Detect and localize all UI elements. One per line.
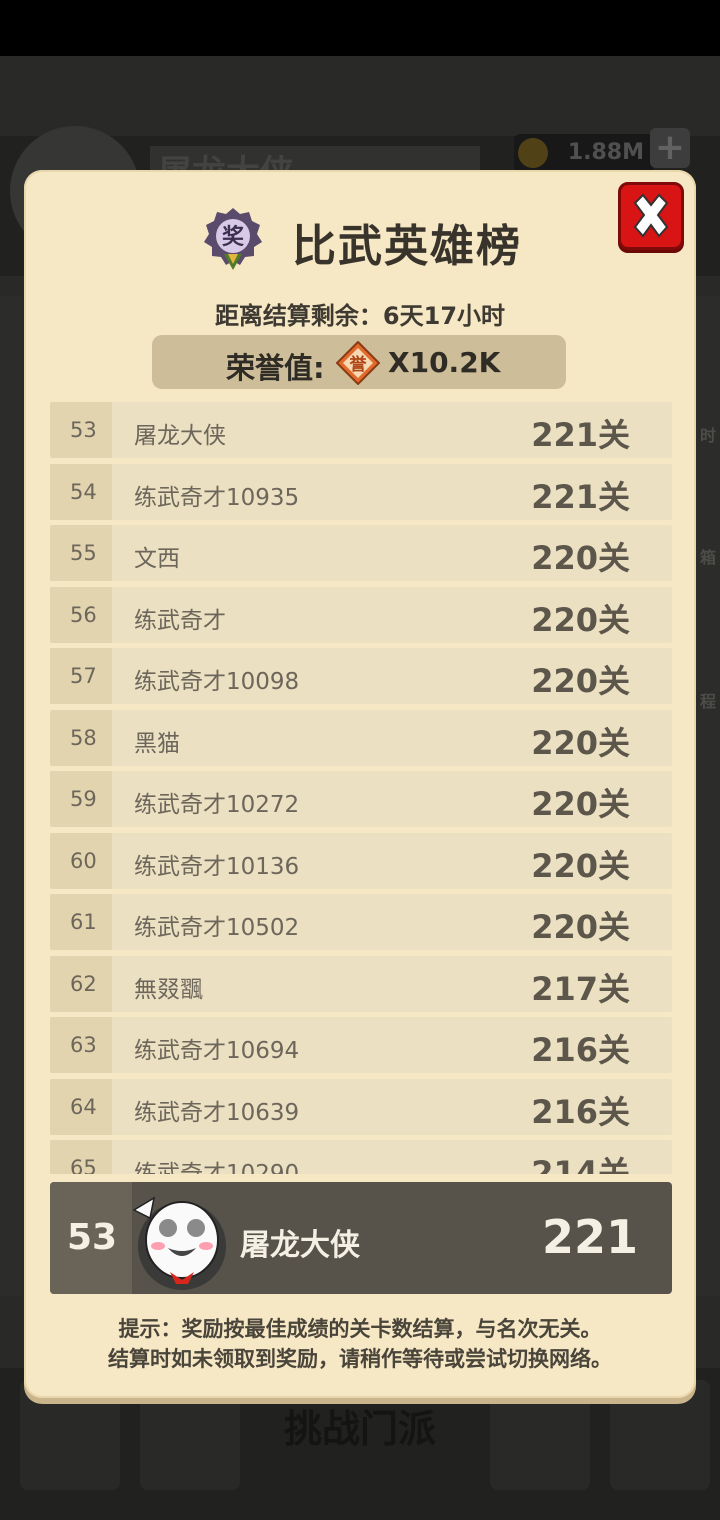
rank-number: 60 — [70, 848, 97, 873]
player-score: 220关 — [531, 600, 630, 639]
rank-row: 56 练武奇才 220关 — [50, 586, 672, 643]
rank-row: 55 文西 220关 — [50, 525, 672, 581]
player-avatar-icon — [132, 1196, 226, 1290]
rank-number: 64 — [70, 1094, 97, 1119]
rank-row: 61 练武奇才10502 220关 — [50, 894, 672, 950]
rank-number: 53 — [70, 418, 97, 442]
player-score: 220关 — [531, 908, 630, 946]
rank-row: 54 练武奇才10935 221关 — [50, 463, 672, 520]
svg-text:奖: 奖 — [222, 224, 245, 250]
rank-row: 60 练武奇才10136 220关 — [50, 832, 672, 889]
tip-line: 结算时如未领取到奖励，请稍作等待或尝试切换网络。 — [108, 1347, 612, 1371]
player-name: 练武奇才10290 — [134, 1161, 300, 1174]
player-name: 练武奇才10502 — [134, 915, 300, 941]
rank-number: 56 — [70, 602, 97, 627]
my-rank-row: 53 屠龙大侠 221 — [50, 1182, 672, 1294]
honor-value: X10.2K — [388, 346, 501, 379]
settlement-countdown: 距离结算剩余：6天17小时 — [214, 302, 506, 330]
rank-number: 57 — [70, 664, 97, 688]
rank-number: 65 — [70, 1156, 97, 1174]
player-name: 文西 — [134, 546, 180, 572]
player-score: 216关 — [531, 1092, 630, 1131]
player-name: 练武奇才10694 — [134, 1038, 300, 1064]
rank-row: 59 练武奇才10272 220关 — [50, 771, 672, 827]
my-player-name: 屠龙大侠 — [240, 1228, 360, 1263]
rank-number: 61 — [70, 910, 97, 934]
player-score: 217关 — [531, 969, 630, 1008]
honor-label: 荣誉值: — [226, 351, 325, 385]
dialog-header: 奖 比武英雄榜 — [24, 200, 696, 280]
rank-row: 64 练武奇才10639 216关 — [50, 1078, 672, 1135]
my-rank-number: 53 — [67, 1217, 118, 1258]
rank-number: 62 — [70, 971, 97, 996]
player-name: 练武奇才10639 — [134, 1099, 300, 1126]
player-score: 220关 — [531, 723, 630, 762]
close-button[interactable] — [618, 182, 684, 250]
my-score: 221 — [541, 1210, 638, 1264]
player-score: 220关 — [531, 785, 630, 823]
ranking-list[interactable]: 53 屠龙大侠 221关 54 练武奇才10935 221关 55 文西 220关 56 练武奇才 2… — [50, 402, 672, 1174]
leaderboard-dialog: 奖 比武英雄榜 距离结算剩余：6天17小时 荣誉值: 誉 X10.2K 53 屠龙… — [24, 170, 696, 1398]
honor-badge-icon: 誉 — [336, 341, 380, 385]
rank-row: 57 练武奇才10098 220关 — [50, 648, 672, 704]
rank-number: 59 — [70, 787, 97, 811]
player-name: 無叕飁 — [134, 976, 203, 1003]
rank-number: 55 — [70, 541, 97, 565]
player-score: 220关 — [531, 539, 630, 577]
player-score: 216关 — [531, 1031, 630, 1069]
close-x-icon — [633, 193, 669, 238]
rank-number: 58 — [70, 725, 97, 750]
svg-text:誉: 誉 — [350, 354, 368, 375]
player-name: 练武奇才10136 — [134, 853, 300, 880]
rank-row: 65 练武奇才10290 214关 — [50, 1140, 672, 1174]
player-name: 练武奇才10098 — [134, 669, 300, 695]
award-gear-icon: 奖 — [204, 208, 262, 270]
player-score: 220关 — [531, 662, 630, 700]
player-name: 屠龙大侠 — [134, 423, 226, 449]
rank-row: 53 屠龙大侠 221关 — [50, 402, 672, 458]
player-score: 221关 — [531, 477, 630, 516]
tip-line: 提示：奖励按最佳成绩的关卡数结算，与名次无关。 — [118, 1317, 602, 1341]
rank-row: 62 無叕飁 217关 — [50, 955, 672, 1012]
player-score: 214关 — [531, 1154, 630, 1174]
player-name: 练武奇才10272 — [134, 792, 300, 818]
player-score: 220关 — [531, 846, 630, 885]
player-name: 黑猫 — [134, 730, 180, 757]
tips-text: 提示：奖励按最佳成绩的关卡数结算，与名次无关。 结算时如未领取到奖励，请稍作等待… — [24, 1314, 696, 1374]
rank-row: 58 黑猫 220关 — [50, 709, 672, 766]
rank-number: 63 — [70, 1033, 97, 1057]
rank-row: 63 练武奇才10694 216关 — [50, 1017, 672, 1073]
rank-number: 54 — [70, 479, 97, 504]
dialog-title: 比武英雄榜 — [292, 221, 522, 272]
status-bar — [0, 0, 720, 56]
honor-value-bar: 荣誉值: 誉 X10.2K — [152, 335, 566, 389]
player-name: 练武奇才10935 — [134, 484, 300, 511]
player-name: 练武奇才 — [134, 607, 226, 634]
player-score: 221关 — [531, 416, 630, 454]
